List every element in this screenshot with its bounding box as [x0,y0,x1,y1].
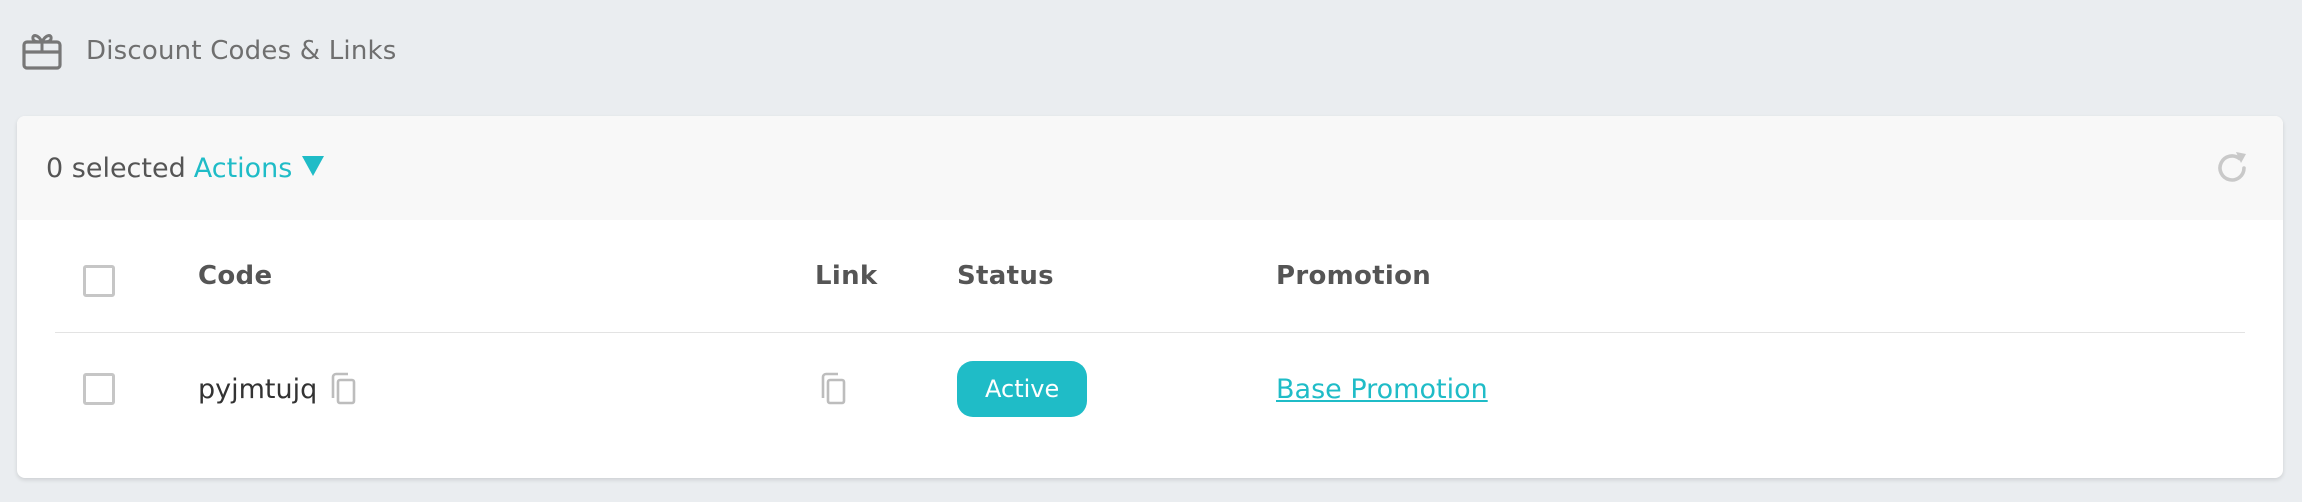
discount-codes-card: 0 selected Actions Code Link Status Prom… [17,116,2283,478]
actions-label: Actions [193,152,293,184]
status-badge: Active [957,361,1088,417]
gift-card-icon [20,29,64,73]
promotion-link[interactable]: Base Promotion [1276,374,1488,405]
refresh-icon[interactable] [2211,147,2253,189]
page-title: Discount Codes & Links [86,36,397,66]
discount-codes-table: Code Link Status Promotion pyjmtujq Acti… [55,220,2245,445]
discount-code: pyjmtujq [198,373,318,405]
row-checkbox[interactable] [83,373,115,405]
copy-code-icon[interactable] [325,370,359,408]
page-header: Discount Codes & Links [20,28,397,74]
copy-link-icon[interactable] [815,370,849,408]
table-toolbar: 0 selected Actions [17,116,2283,220]
column-header-status[interactable]: Status [957,220,1054,332]
select-all-checkbox[interactable] [83,265,115,297]
column-header-code[interactable]: Code [198,220,272,332]
actions-dropdown[interactable]: Actions [194,153,325,184]
column-header-link[interactable]: Link [815,220,877,332]
caret-down-icon [302,156,325,176]
table-row: pyjmtujq Active Base Promotion [55,333,2245,445]
selected-count: 0 selected [46,152,186,184]
table-header-row: Code Link Status Promotion [55,220,2245,333]
column-header-promotion[interactable]: Promotion [1276,220,1431,332]
